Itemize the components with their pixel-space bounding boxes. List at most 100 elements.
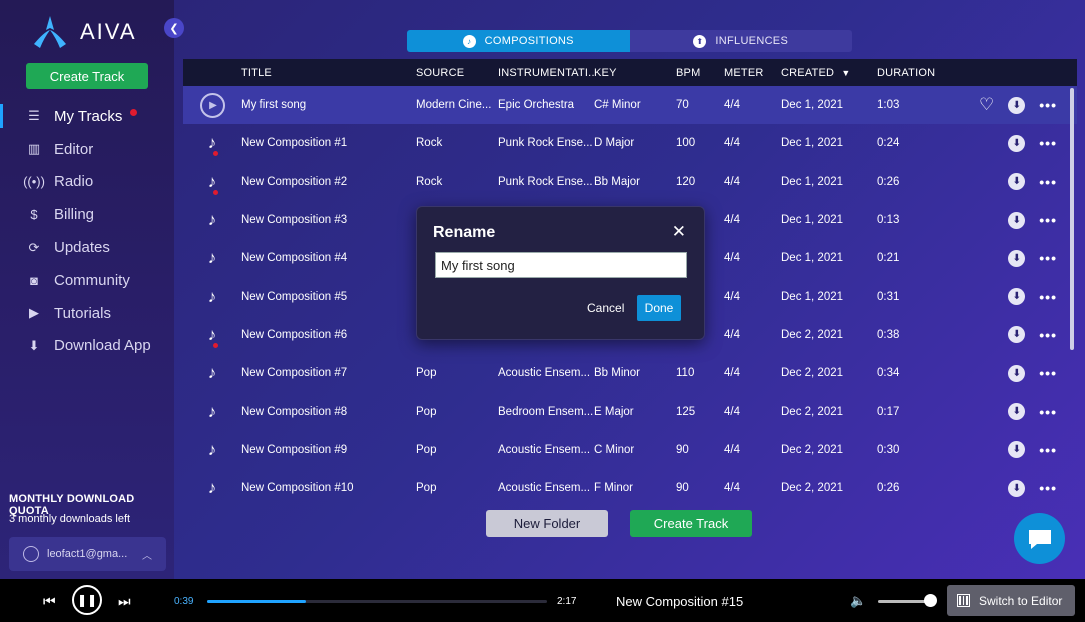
music-note-icon[interactable]: ♪ [208, 363, 217, 383]
row-actions: ⬇ ••• [953, 134, 1077, 152]
create-track-button[interactable]: Create Track [630, 510, 752, 537]
close-icon[interactable]: ✕ [672, 222, 686, 242]
chat-button[interactable] [1014, 513, 1065, 564]
sidebar-item-tutorials[interactable]: ▶ Tutorials [0, 297, 174, 330]
pause-button[interactable]: ❚❚ [72, 585, 102, 615]
cell-created: Dec 1, 2021 [781, 214, 844, 227]
tab-influences[interactable]: ⬆ INFLUENCES [629, 30, 852, 52]
cell-title[interactable]: My first song [241, 99, 416, 111]
more-options-icon[interactable]: ••• [1039, 135, 1057, 151]
music-note-icon[interactable]: ♪ [208, 478, 217, 498]
more-options-icon[interactable]: ••• [1039, 365, 1057, 381]
volume-icon[interactable]: 🔈 [850, 593, 866, 609]
music-note-icon[interactable]: ♪ [208, 248, 217, 268]
new-folder-button[interactable]: New Folder [486, 510, 608, 537]
cell-meter: 4/4 [724, 482, 740, 495]
cell-title[interactable]: New Composition #3 [241, 214, 416, 226]
table-scrollbar[interactable] [1070, 88, 1074, 350]
table-row[interactable]: ♪ New Composition #9 Pop Acoustic Ensem... C… [183, 431, 1077, 469]
download-icon[interactable]: ⬇ [1008, 288, 1026, 306]
more-options-icon[interactable]: ••• [1039, 327, 1057, 343]
download-icon[interactable]: ⬇ [1008, 211, 1026, 229]
sidebar-item-download-app[interactable]: ⬇ Download App [0, 330, 174, 363]
sidebar-item-my-tracks[interactable]: ☰ My Tracks [0, 100, 174, 133]
table-row[interactable]: ▶ My first song Modern Cine... Epic Orchest… [183, 86, 1077, 125]
cell-title[interactable]: New Composition #7 [241, 367, 416, 379]
account-menu[interactable]: leofact1@gma... ︿ [9, 537, 166, 571]
row-icon-cell: ♪ [183, 133, 241, 157]
play-icon[interactable]: ▶ [199, 92, 225, 118]
more-options-icon[interactable]: ••• [1039, 480, 1057, 496]
download-icon[interactable]: ⬇ [1008, 403, 1026, 421]
music-note-icon[interactable]: ♪ [208, 325, 217, 345]
table-row[interactable]: ♪ New Composition #2 Rock Punk Rock Ense...… [183, 163, 1077, 201]
rename-input[interactable] [435, 252, 687, 278]
cell-title[interactable]: New Composition #6 [241, 329, 416, 341]
cell-title[interactable]: New Composition #2 [241, 176, 416, 188]
download-icon[interactable]: ⬇ [1008, 479, 1026, 497]
download-icon[interactable]: ⬇ [1008, 249, 1026, 267]
cell-title[interactable]: New Composition #5 [241, 291, 416, 303]
table-row[interactable]: ♪ New Composition #8 Pop Bedroom Ensem... E … [183, 392, 1077, 430]
cell-title[interactable]: New Composition #10 [241, 482, 416, 494]
more-options-icon[interactable]: ••• [1039, 250, 1057, 266]
download-icon[interactable]: ⬇ [1008, 364, 1026, 382]
cell-title[interactable]: New Composition #8 [241, 406, 416, 418]
volume-knob[interactable] [924, 594, 937, 607]
heart-icon[interactable]: ♡ [979, 95, 994, 115]
header-key[interactable]: KEY [594, 67, 676, 79]
cell-created: Dec 1, 2021 [781, 137, 844, 150]
cell-bpm: 125 [676, 405, 696, 418]
download-icon[interactable]: ⬇ [1008, 441, 1026, 459]
more-options-icon[interactable]: ••• [1039, 289, 1057, 305]
previous-track-icon[interactable]: ⏮ [43, 593, 56, 610]
more-options-icon[interactable]: ••• [1039, 174, 1057, 190]
download-icon[interactable]: ⬇ [1008, 96, 1026, 114]
table-row[interactable]: ♪ New Composition #10 Pop Acoustic Ensem...… [183, 469, 1077, 500]
header-meter[interactable]: METER [724, 67, 781, 79]
row-icon-cell: ♪ [183, 478, 241, 498]
music-note-icon[interactable]: ♪ [208, 402, 217, 422]
sidebar-item-updates[interactable]: ⟳ Updates [0, 231, 174, 264]
more-options-icon[interactable]: ••• [1039, 212, 1057, 228]
header-title[interactable]: TITLE [241, 67, 416, 79]
row-actions: ♡ ⬇ ••• [953, 95, 1077, 115]
progress-slider[interactable] [207, 600, 547, 603]
done-button[interactable]: Done [637, 295, 681, 321]
sidebar-item-community[interactable]: ◙ Community [0, 264, 174, 297]
cell-title[interactable]: New Composition #1 [241, 137, 416, 149]
music-note-icon[interactable]: ♪ [208, 133, 217, 153]
header-instrumentation[interactable]: INSTRUMENTATI... [498, 67, 594, 79]
cancel-button[interactable]: Cancel [587, 301, 624, 315]
header-duration[interactable]: DURATION [877, 67, 953, 79]
cell-title[interactable]: New Composition #4 [241, 252, 416, 264]
music-note-icon[interactable]: ♪ [208, 287, 217, 307]
cell-duration: 0:34 [877, 367, 900, 380]
sidebar-create-track-button[interactable]: Create Track [26, 63, 148, 89]
switch-to-editor-button[interactable]: Switch to Editor [947, 585, 1075, 616]
collapse-sidebar-button[interactable]: ❮ [164, 18, 184, 38]
sidebar-item-editor[interactable]: ▥ Editor [0, 133, 174, 166]
header-source[interactable]: SOURCE [416, 67, 498, 79]
cell-title[interactable]: New Composition #9 [241, 444, 416, 456]
more-options-icon[interactable]: ••• [1039, 442, 1057, 458]
table-row[interactable]: ♪ New Composition #1 Rock Punk Rock Ense...… [183, 124, 1077, 162]
sidebar-item-radio[interactable]: ((•)) Radio [0, 166, 174, 199]
header-created[interactable]: CREATED ▼ [781, 67, 877, 79]
download-icon[interactable]: ⬇ [1008, 134, 1026, 152]
header-bpm[interactable]: BPM [676, 67, 724, 79]
download-icon[interactable]: ⬇ [1008, 326, 1026, 344]
more-options-icon[interactable]: ••• [1039, 404, 1057, 420]
music-note-icon[interactable]: ♪ [208, 172, 217, 192]
logo[interactable]: AIVA [30, 14, 137, 50]
sidebar-item-billing[interactable]: $ Billing [0, 198, 174, 231]
row-icon-cell: ♪ [183, 325, 241, 348]
more-options-icon[interactable]: ••• [1039, 97, 1057, 113]
download-icon[interactable]: ⬇ [1008, 173, 1026, 191]
music-note-icon[interactable]: ♪ [208, 440, 217, 460]
row-icon-cell: ♪ [183, 248, 241, 268]
tab-compositions[interactable]: ♪ COMPOSITIONS [407, 30, 630, 52]
next-track-icon[interactable]: ⏭ [118, 593, 131, 610]
table-row[interactable]: ♪ New Composition #7 Pop Acoustic Ensem... B… [183, 354, 1077, 392]
music-note-icon[interactable]: ♪ [208, 210, 217, 230]
